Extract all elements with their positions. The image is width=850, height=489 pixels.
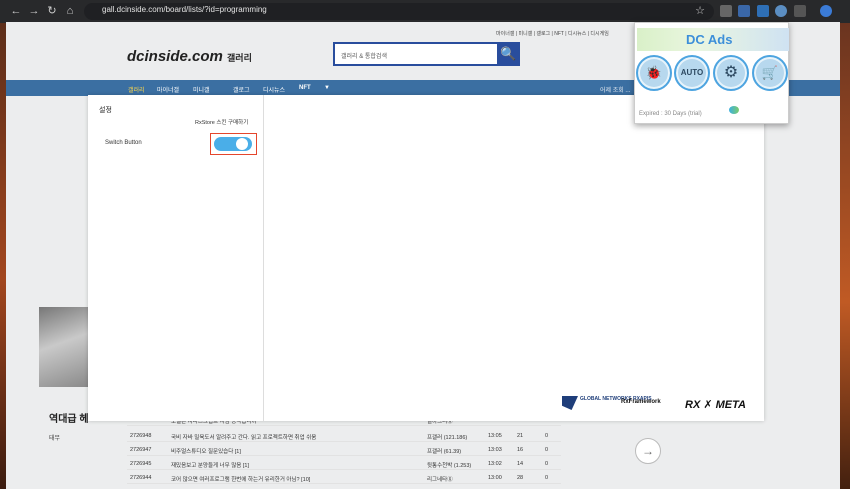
url-text: gall.dcinside.com/board/lists/?id=progra… xyxy=(102,5,267,14)
table-row[interactable]: 2726945 재밌음보고 분양들게 너무 많음 [1] 뒷통수천박 (1.253)… xyxy=(127,458,561,470)
nav-more-icon[interactable]: ▼ xyxy=(324,85,330,91)
switch-knob[interactable] xyxy=(236,138,248,150)
popup-brand-logo xyxy=(729,106,739,114)
home-icon[interactable]: ⌂ xyxy=(63,4,77,18)
rxstore-link[interactable]: RxStore 스킨 구매하기 xyxy=(195,118,248,126)
extensions-puzzle-icon[interactable] xyxy=(794,5,806,17)
back-icon[interactable]: ← xyxy=(9,4,23,18)
featured-title[interactable]: 역대급 헤 xyxy=(49,410,89,425)
forward-icon[interactable]: → xyxy=(27,4,41,18)
cart-icon[interactable]: 🛒 xyxy=(752,55,788,91)
dc-ads-extension-icon[interactable] xyxy=(775,5,787,17)
rxframework-logo: RxFramework xyxy=(621,399,661,405)
settings-title: 설정 xyxy=(99,107,112,114)
extension-icon-2[interactable] xyxy=(738,5,750,17)
extension-icon-1[interactable] xyxy=(720,5,732,17)
post-thumbnail[interactable] xyxy=(39,307,88,387)
nav-item-news[interactable]: 디시뉴스 xyxy=(263,85,285,94)
bookmark-star-icon[interactable]: ☆ xyxy=(693,4,707,18)
nav-item-gallery[interactable]: 갤러리 xyxy=(128,85,145,94)
nav-item-nft[interactable]: NFT xyxy=(299,85,311,91)
top-utility-menu[interactable]: 마이너갤 | 미니갤 | 갤로그 | NFT | 디시뉴스 | 디시게임 xyxy=(496,30,609,37)
site-logo[interactable]: dcinside.com 갤러리 xyxy=(127,48,252,65)
profile-avatar[interactable] xyxy=(820,5,832,17)
featured-sub: 태무 xyxy=(49,436,61,442)
popup-title: DC Ads xyxy=(686,32,733,47)
table-row[interactable]: 2726947 비주얼스튜디오 질문있습다 [1] 프갤러 (61.39) 13:03… xyxy=(127,444,561,456)
nav-item-minor[interactable]: 마이너갤 xyxy=(157,85,179,94)
search-placeholder: 갤러리 & 통합검색 xyxy=(341,54,387,60)
search-input[interactable]: 갤러리 & 통합검색 xyxy=(333,42,520,66)
table-row[interactable]: 2726948 국비 자바 밀육도서 알려주고 간다. 읽고 프로젝트하면 취업 … xyxy=(127,430,561,442)
rx-meta-logo: RX ✗ META xyxy=(685,399,746,411)
trial-status: Expired : 30 Days (trial) xyxy=(639,111,702,117)
desktop-background-right xyxy=(840,22,850,489)
table-row[interactable]: 2726944 코어 많으면 여러프로그램 한번에 하는거 유리한거 아님? [1… xyxy=(127,472,561,484)
gear-icon[interactable]: ⚙ xyxy=(713,55,749,91)
logo-sub: 갤러리 xyxy=(227,53,252,63)
nav-item-mini[interactable]: 미니갤 xyxy=(193,85,210,94)
search-icon[interactable]: 🔍 xyxy=(497,42,520,66)
post-list: 2726948모델은 자바스크립트 처럼 동작합니까월아그리ⓖ13:05170 … xyxy=(127,417,561,489)
bug-icon[interactable]: 🐞 xyxy=(636,55,672,91)
reload-icon[interactable]: ↻ xyxy=(45,4,59,18)
switch-label: Switch Button xyxy=(105,140,142,146)
nav-right-text: 어제 조회 ... xyxy=(600,88,631,94)
extension-icon-3[interactable] xyxy=(757,5,769,17)
next-arrow-button[interactable]: → xyxy=(635,438,661,464)
nav-item-gallog[interactable]: 갤로그 xyxy=(233,85,250,94)
auto-icon[interactable]: AUTO xyxy=(674,55,710,91)
address-bar[interactable]: gall.dcinside.com/board/lists/?id=progra… xyxy=(84,3,714,20)
logo-main: dcinside.com xyxy=(127,48,223,65)
